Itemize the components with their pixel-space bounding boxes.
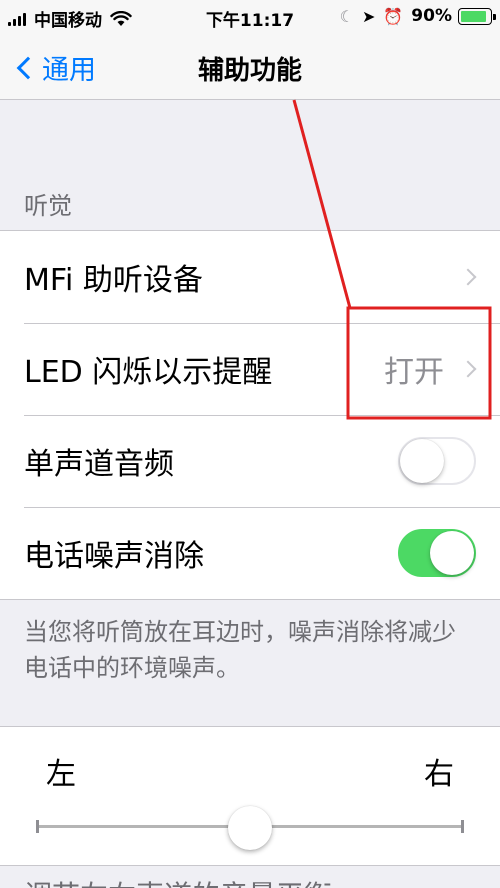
alarm-icon: ⏰ bbox=[383, 6, 404, 26]
balance-group: 左 右 bbox=[0, 726, 500, 866]
chevron-right-icon bbox=[459, 360, 477, 378]
navigation-bar: 通用 辅助功能 bbox=[0, 34, 500, 100]
location-icon: ➤ bbox=[361, 6, 376, 26]
balance-slider-thumb[interactable] bbox=[228, 806, 272, 850]
chevron-right-icon bbox=[459, 268, 477, 286]
row-label: 电话噪声消除 bbox=[24, 539, 204, 574]
row-label: LED 闪烁以示提醒 bbox=[24, 355, 273, 390]
next-section-header: 调节左右声道的音量平衡 bbox=[24, 874, 332, 888]
section-header-hearing: 听觉 bbox=[24, 192, 72, 220]
status-bar: 中国移动 下午11:17 ☾ ➤ ⏰ 90% bbox=[0, 0, 500, 34]
mfi-hearing-devices-row[interactable]: MFi 助听设备 bbox=[0, 231, 500, 323]
noise-cancellation-toggle[interactable] bbox=[398, 529, 476, 577]
balance-left-label: 左 bbox=[46, 757, 76, 792]
row-value: 打开 bbox=[384, 355, 444, 390]
row-label: MFi 助听设备 bbox=[24, 263, 203, 298]
row-label: 单声道音频 bbox=[24, 447, 174, 482]
battery-icon bbox=[458, 7, 496, 25]
page-title: 辅助功能 bbox=[197, 56, 302, 86]
phone-noise-cancellation-row: 电话噪声消除 bbox=[0, 507, 500, 599]
hearing-group: MFi 助听设备 LED 闪烁以示提醒 打开 单声道音频 电话噪声消除 bbox=[0, 230, 500, 600]
mono-audio-row: 单声道音频 bbox=[0, 415, 500, 507]
mono-audio-toggle[interactable] bbox=[398, 437, 476, 485]
battery-fill bbox=[461, 10, 487, 22]
battery-percent: 90% bbox=[411, 6, 452, 26]
section-footer-note: 当您将听筒放在耳边时，噪声消除将减少电话中的环境噪声。 bbox=[24, 618, 456, 682]
balance-right-label: 右 bbox=[424, 757, 454, 792]
status-right: ☾ ➤ ⏰ 90% bbox=[339, 6, 496, 26]
led-flash-alerts-row[interactable]: LED 闪烁以示提醒 打开 bbox=[0, 323, 500, 415]
moon-icon: ☾ bbox=[339, 6, 354, 26]
